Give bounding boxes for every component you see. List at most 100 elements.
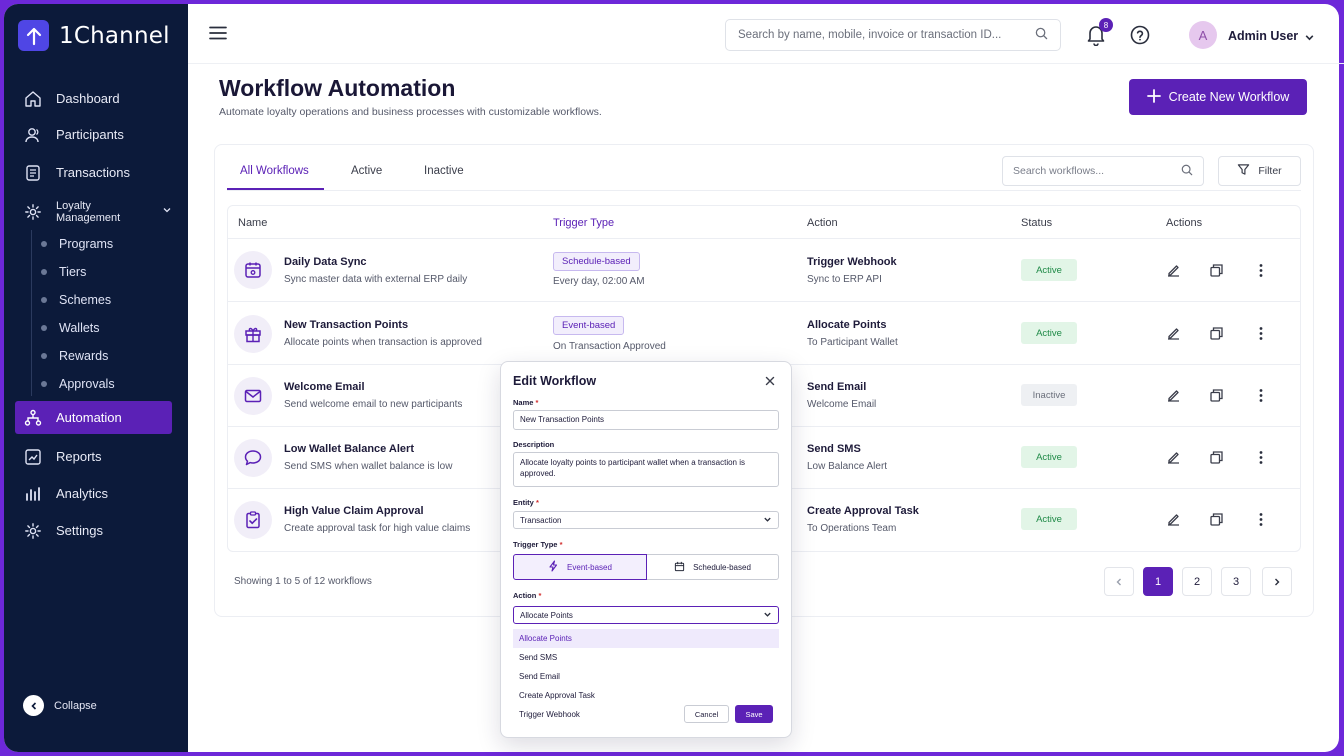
workflow-description: Send SMS when wallet balance is low xyxy=(284,461,453,472)
dropdown-option[interactable]: Send Email xyxy=(513,667,779,686)
more-options-icon[interactable] xyxy=(1255,388,1267,408)
status-badge: Active xyxy=(1021,322,1077,344)
sidebar-subitem-tiers[interactable]: Tiers xyxy=(41,265,86,279)
workflow-name[interactable]: Daily Data Sync xyxy=(284,256,367,268)
trigger-schedule-based-option[interactable]: Schedule-based xyxy=(647,554,779,580)
edit-icon[interactable] xyxy=(1166,388,1181,408)
sidebar-item-label: Loyalty Management xyxy=(56,199,121,224)
more-options-icon[interactable] xyxy=(1255,263,1267,283)
sidebar-item-analytics[interactable]: Analytics xyxy=(15,477,172,510)
sidebar-item-settings[interactable]: Settings xyxy=(15,514,172,547)
topbar: Search by name, mobile, invoice or trans… xyxy=(188,4,1344,64)
brand-name: 1Channel xyxy=(59,22,170,49)
trigger-option-label: Event-based xyxy=(567,562,612,572)
chevron-down-icon[interactable] xyxy=(1304,30,1315,48)
collapse-sidebar-button[interactable]: Collapse xyxy=(23,695,97,716)
column-header-action[interactable]: Action xyxy=(807,217,838,229)
tab-active[interactable]: Active xyxy=(351,165,382,177)
sidebar-item-dashboard[interactable]: Dashboard xyxy=(15,82,172,115)
edit-icon[interactable] xyxy=(1166,263,1181,283)
save-button[interactable]: Save xyxy=(735,705,773,723)
status-badge: Active xyxy=(1021,259,1077,281)
workflow-name[interactable]: Low Wallet Balance Alert xyxy=(284,443,414,455)
edit-icon[interactable] xyxy=(1166,326,1181,346)
users-icon xyxy=(24,126,42,144)
dropdown-option[interactable]: Create Approval Task xyxy=(513,686,779,705)
trigger-event-based-option[interactable]: Event-based xyxy=(513,554,647,580)
column-header-name[interactable]: Name xyxy=(238,217,267,229)
more-options-icon[interactable] xyxy=(1255,450,1267,470)
name-field[interactable]: New Transaction Points xyxy=(513,410,779,430)
cancel-button[interactable]: Cancel xyxy=(684,705,729,723)
search-placeholder: Search by name, mobile, invoice or trans… xyxy=(738,29,1002,41)
active-tab-indicator xyxy=(227,188,324,190)
required-mark: * xyxy=(538,591,542,600)
workflow-search-input[interactable]: Search workflows... xyxy=(1002,156,1204,186)
sidebar-item-loyalty-management[interactable]: Loyalty Management xyxy=(15,195,172,228)
brand[interactable]: 1Channel xyxy=(18,20,170,51)
close-icon[interactable] xyxy=(764,374,776,392)
filter-button[interactable]: Filter xyxy=(1218,156,1301,186)
sidebar-subitem-programs[interactable]: Programs xyxy=(41,237,113,251)
column-header-status[interactable]: Status xyxy=(1021,217,1052,229)
sidebar-item-reports[interactable]: Reports xyxy=(15,440,172,473)
edit-icon[interactable] xyxy=(1166,512,1181,532)
submenu-guide-line xyxy=(31,230,32,396)
dropdown-option[interactable]: Trigger Webhook xyxy=(513,705,673,724)
copy-icon[interactable] xyxy=(1209,263,1224,283)
status-badge: Active xyxy=(1021,446,1077,468)
action-detail: Low Balance Alert xyxy=(807,461,888,472)
global-search-input[interactable]: Search by name, mobile, invoice or trans… xyxy=(725,19,1061,51)
collapse-label: Collapse xyxy=(54,699,97,712)
tab-inactive[interactable]: Inactive xyxy=(424,165,464,177)
edit-icon[interactable] xyxy=(1166,450,1181,470)
sidebar-subitem-rewards[interactable]: Rewards xyxy=(41,349,108,363)
workflow-name[interactable]: High Value Claim Approval xyxy=(284,505,424,517)
description-field[interactable]: Allocate loyalty points to participant w… xyxy=(513,452,779,487)
page-button-3[interactable]: 3 xyxy=(1221,567,1251,596)
sidebar-item-automation[interactable]: Automation xyxy=(15,401,172,434)
column-header-actions: Actions xyxy=(1166,217,1203,229)
more-options-icon[interactable] xyxy=(1255,326,1267,346)
action-detail: Sync to ERP API xyxy=(807,274,882,285)
sidebar-subitem-wallets[interactable]: Wallets xyxy=(41,321,100,335)
sidebar-item-label: Analytics xyxy=(56,486,109,501)
entity-select[interactable]: Transaction xyxy=(513,511,779,529)
page-button-2[interactable]: 2 xyxy=(1182,567,1212,596)
sidebar-subitem-schemes[interactable]: Schemes xyxy=(41,293,111,307)
search-icon xyxy=(1181,164,1193,179)
chevron-down-icon xyxy=(763,515,772,526)
copy-icon[interactable] xyxy=(1209,326,1224,346)
workflow-description: Allocate points when transaction is appr… xyxy=(284,337,482,348)
copy-icon[interactable] xyxy=(1209,450,1224,470)
workflow-name[interactable]: New Transaction Points xyxy=(284,319,408,331)
copy-icon[interactable] xyxy=(1209,512,1224,532)
workflow-name[interactable]: Welcome Email xyxy=(284,381,365,393)
sidebar-item-transactions[interactable]: Transactions xyxy=(15,156,172,189)
calendar-icon xyxy=(234,251,272,289)
sidebar-item-label: Participants xyxy=(56,127,124,142)
help-icon[interactable] xyxy=(1130,25,1150,50)
user-name[interactable]: Admin User xyxy=(1228,29,1298,43)
name-field-value: New Transaction Points xyxy=(520,415,605,424)
sidebar-item-participants[interactable]: Participants xyxy=(15,118,172,151)
prev-page-button[interactable] xyxy=(1104,567,1134,596)
column-header-trigger-type[interactable]: Trigger Type xyxy=(553,217,614,229)
dropdown-option[interactable]: Send SMS xyxy=(513,648,779,667)
tab-all-workflows[interactable]: All Workflows xyxy=(240,165,309,177)
create-workflow-button[interactable]: Create New Workflow xyxy=(1129,79,1307,115)
receipt-icon xyxy=(24,164,42,182)
page-button-1[interactable]: 1 xyxy=(1143,567,1173,596)
more-options-icon[interactable] xyxy=(1255,512,1267,532)
menu-icon[interactable] xyxy=(209,26,227,45)
sidebar-subitem-approvals[interactable]: Approvals xyxy=(41,377,115,391)
copy-icon[interactable] xyxy=(1209,388,1224,408)
action-select[interactable]: Allocate Points xyxy=(513,606,779,624)
avatar[interactable]: A xyxy=(1189,21,1217,49)
lightning-icon xyxy=(548,560,559,574)
chart-line-icon xyxy=(24,448,42,466)
sidebar-subitem-label: Tiers xyxy=(59,265,87,279)
dropdown-option[interactable]: Allocate Points xyxy=(513,629,779,648)
required-mark: * xyxy=(535,498,539,507)
next-page-button[interactable] xyxy=(1262,567,1292,596)
